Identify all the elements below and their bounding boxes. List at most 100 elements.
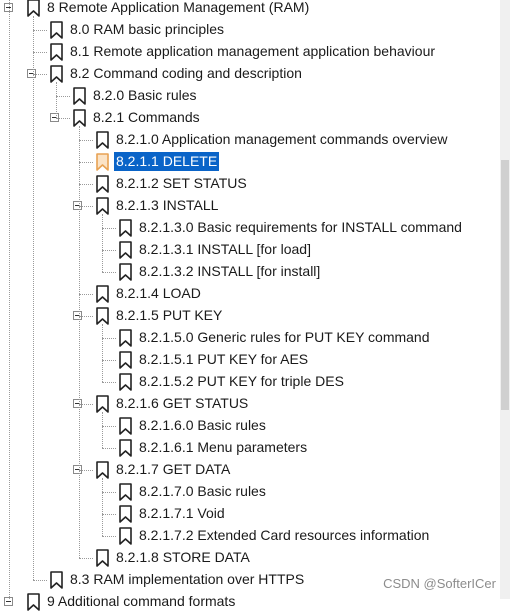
- tree-item[interactable]: 8.2.1.2 SET STATUS: [0, 173, 500, 195]
- tree-item-label[interactable]: 8.2.1.5.0 Generic rules for PUT KEY comm…: [137, 328, 432, 347]
- tree-item-label[interactable]: 8.2.1.6 GET STATUS: [114, 394, 250, 413]
- tree-item-label[interactable]: 8.3 RAM implementation over HTTPS: [68, 570, 306, 589]
- tree-connector: [102, 272, 116, 273]
- bookmark-icon: [95, 549, 110, 567]
- tree-item-label[interactable]: 8.2.1.5.2 PUT KEY for triple DES: [137, 372, 346, 391]
- bookmark-icon: [26, 0, 41, 17]
- bookmark-icon: [118, 373, 133, 391]
- tree-item[interactable]: 8.2.1.4 LOAD: [0, 283, 500, 305]
- tree-item[interactable]: 8.2.1.7.0 Basic rules: [0, 481, 500, 503]
- tree-item-label[interactable]: 8.2.1.6.1 Menu parameters: [137, 438, 309, 457]
- tree-item[interactable]: 8 Remote Application Management (RAM): [0, 0, 500, 19]
- bookmark-icon: [95, 307, 110, 325]
- tree-item[interactable]: 8.1 Remote application management applic…: [0, 41, 500, 63]
- tree-connector: [102, 214, 103, 272]
- tree-item-label[interactable]: 8.2.1.8 STORE DATA: [114, 548, 252, 567]
- tree-connector: [102, 382, 116, 383]
- scrollbar-thumb[interactable]: [501, 160, 509, 410]
- tree-item[interactable]: 8.2.1.6.1 Menu parameters: [0, 437, 500, 459]
- tree-item[interactable]: 9 Additional command formats: [0, 591, 500, 613]
- tree-connector: [102, 228, 116, 229]
- tree-item[interactable]: 8.2.1.3.2 INSTALL [for install]: [0, 261, 500, 283]
- vertical-scrollbar[interactable]: [500, 0, 510, 599]
- tree-item[interactable]: 8.2.1.7.1 Void: [0, 503, 500, 525]
- tree-connector: [102, 426, 116, 427]
- tree-item-label[interactable]: 8.2.1.3.1 INSTALL [for load]: [137, 240, 313, 259]
- bookmark-icon: [49, 65, 64, 83]
- bookmark-icon: [118, 505, 133, 523]
- bookmark-icon: [49, 571, 64, 589]
- tree-item-label[interactable]: 8.2.1 Commands: [91, 108, 202, 127]
- tree-connector: [79, 184, 93, 185]
- bookmark-icon: [95, 175, 110, 193]
- tree-item[interactable]: 8.2 Command coding and description: [0, 63, 500, 85]
- tree-item-label[interactable]: 8.2.1.3 INSTALL: [114, 196, 220, 215]
- tree-connector: [33, 74, 47, 75]
- watermark: CSDN @SofterICer: [383, 576, 496, 591]
- tree-item[interactable]: 8.2.1.1 DELETE: [0, 151, 500, 173]
- tree-item[interactable]: 8.2.1.7.2 Extended Card resources inform…: [0, 525, 500, 547]
- tree-item-label[interactable]: 8.2.1.7 GET DATA: [114, 460, 232, 479]
- tree-item[interactable]: 8.2.0 Basic rules: [0, 85, 500, 107]
- tree-item-label[interactable]: 8.2.1.3.0 Basic requirements for INSTALL…: [137, 218, 464, 237]
- bookmark-icon: [72, 87, 87, 105]
- tree-item-label[interactable]: 8.2.1.5 PUT KEY: [114, 306, 224, 325]
- tree-connector: [102, 250, 116, 251]
- tree-connector: [33, 30, 47, 31]
- tree-connector: [102, 360, 116, 361]
- tree-connector: [102, 324, 103, 382]
- tree-connector: [9, 0, 10, 599]
- tree-item-label[interactable]: 8.1 Remote application management applic…: [68, 42, 437, 61]
- tree-connector: [102, 478, 103, 536]
- tree-item-label[interactable]: 8.2.1.3.2 INSTALL [for install]: [137, 262, 322, 281]
- tree-connector: [79, 294, 93, 295]
- tree-item[interactable]: 8.2.1.6 GET STATUS: [0, 393, 500, 415]
- bookmark-icon: [95, 461, 110, 479]
- tree-item[interactable]: 8.0 RAM basic principles: [0, 19, 500, 41]
- tree-connector: [33, 52, 47, 53]
- tree-item[interactable]: 8.2.1.3.0 Basic requirements for INSTALL…: [0, 217, 500, 239]
- tree-item[interactable]: 8.2.1.7 GET DATA: [0, 459, 500, 481]
- tree-item[interactable]: 8.2.1 Commands: [0, 107, 500, 129]
- tree-item-label[interactable]: 8.2.1.7.1 Void: [137, 504, 227, 523]
- tree-item-label[interactable]: 8.2.1.0 Application management commands …: [114, 130, 450, 149]
- tree-connector: [102, 536, 116, 537]
- tree-item[interactable]: 8.2.1.3.1 INSTALL [for load]: [0, 239, 500, 261]
- tree-connector: [79, 316, 93, 317]
- bookmark-icon: [118, 351, 133, 369]
- tree-item[interactable]: 8.2.1.3 INSTALL: [0, 195, 500, 217]
- tree-item-label[interactable]: 8 Remote Application Management (RAM): [45, 0, 311, 17]
- tree-item-label[interactable]: 8.2.1.1 DELETE: [114, 152, 220, 171]
- tree-connector: [79, 558, 93, 559]
- tree-item[interactable]: 8.2.1.8 STORE DATA: [0, 547, 500, 569]
- bookmark-icon: [118, 527, 133, 545]
- tree-item[interactable]: 8.2.1.0 Application management commands …: [0, 129, 500, 151]
- tree-connector: [102, 412, 103, 448]
- tree-item-label[interactable]: 8.2.1.7.0 Basic rules: [137, 482, 268, 501]
- bookmark-icon: [49, 43, 64, 61]
- tree-item-label[interactable]: 8.2.1.6.0 Basic rules: [137, 416, 268, 435]
- tree-item-label[interactable]: 8.2 Command coding and description: [68, 64, 304, 83]
- tree-item[interactable]: 8.2.1.5 PUT KEY: [0, 305, 500, 327]
- tree-item-label[interactable]: 8.2.1.7.2 Extended Card resources inform…: [137, 526, 431, 545]
- tree-item-label[interactable]: 9 Additional command formats: [45, 592, 237, 611]
- tree-item[interactable]: 8.2.1.5.2 PUT KEY for triple DES: [0, 371, 500, 393]
- tree-connector: [79, 470, 93, 471]
- tree-item-label[interactable]: 8.2.1.5.1 PUT KEY for AES: [137, 350, 310, 369]
- tree-item[interactable]: 8.2.1.6.0 Basic rules: [0, 415, 500, 437]
- tree-connector: [79, 404, 93, 405]
- tree-item-label[interactable]: 8.2.1.2 SET STATUS: [114, 174, 249, 193]
- bookmark-icon: [95, 285, 110, 303]
- tree-connector: [102, 338, 116, 339]
- tree-item[interactable]: 8.2.1.5.1 PUT KEY for AES: [0, 349, 500, 371]
- tree-item-label[interactable]: 8.2.1.4 LOAD: [114, 284, 203, 303]
- tree-connector: [102, 514, 116, 515]
- tree-item[interactable]: 8.2.1.5.0 Generic rules for PUT KEY comm…: [0, 327, 500, 349]
- bookmark-icon: [95, 131, 110, 149]
- bookmark-icon: [118, 417, 133, 435]
- tree-item-label[interactable]: 8.2.0 Basic rules: [91, 86, 199, 105]
- tree-connector: [102, 492, 116, 493]
- tree-item-label[interactable]: 8.0 RAM basic principles: [68, 20, 226, 39]
- tree-connector: [56, 96, 70, 97]
- tree-connector: [33, 16, 34, 580]
